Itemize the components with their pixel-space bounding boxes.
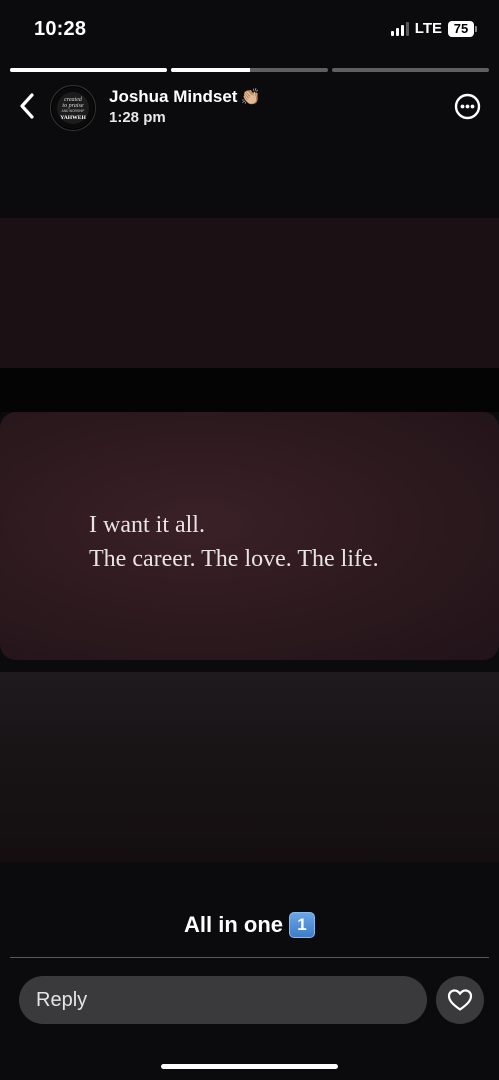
chevron-left-icon	[20, 93, 34, 119]
quote-line: The career. The love. The life.	[89, 546, 379, 572]
post-time: 1:28 pm	[109, 109, 166, 126]
avatar[interactable]: created to praise AND WORSHIP YAHWEH	[50, 85, 96, 131]
like-button[interactable]	[436, 976, 484, 1024]
progress-segment	[171, 68, 328, 72]
quote-line: I want it all.	[89, 512, 205, 538]
back-button[interactable]	[12, 88, 42, 124]
home-indicator[interactable]	[161, 1064, 338, 1069]
story-media-gap	[0, 368, 499, 412]
status-time: 10:28	[34, 18, 87, 40]
story-media-top	[0, 218, 499, 368]
story-progress	[10, 68, 489, 72]
story-quote-card[interactable]: I want it all. The career. The love. The…	[0, 412, 499, 660]
caption-text: All in one	[184, 912, 283, 937]
keycap-one-emoji: 1	[289, 912, 315, 938]
reply-input[interactable]: Reply	[19, 976, 427, 1024]
progress-segment	[332, 68, 489, 72]
reply-placeholder: Reply	[36, 988, 88, 1011]
divider	[10, 957, 489, 958]
ellipsis-circle-icon	[454, 93, 481, 120]
story-caption: All in one 1	[0, 912, 499, 938]
network-type: LTE	[414, 20, 442, 37]
quote-text: I want it all. The career. The love. The…	[89, 508, 379, 576]
svg-text:YAHWEH: YAHWEH	[60, 115, 86, 121]
user-name[interactable]: Joshua Mindset 👏🏼	[109, 87, 260, 107]
progress-segment	[10, 68, 167, 72]
svg-text:AND WORSHIP: AND WORSHIP	[62, 109, 85, 113]
more-options-button[interactable]	[454, 93, 481, 120]
battery-icon: 75	[448, 20, 477, 37]
user-name-text: Joshua Mindset	[109, 87, 238, 106]
status-indicators: LTE 75	[390, 20, 477, 37]
battery-level: 75	[448, 20, 474, 37]
signal-icon	[390, 21, 409, 36]
story-media-bottom	[0, 672, 499, 862]
avatar-image: created to praise AND WORSHIP YAHWEH	[52, 87, 94, 129]
clap-emoji: 👏🏼	[240, 89, 261, 106]
heart-icon	[447, 989, 473, 1011]
